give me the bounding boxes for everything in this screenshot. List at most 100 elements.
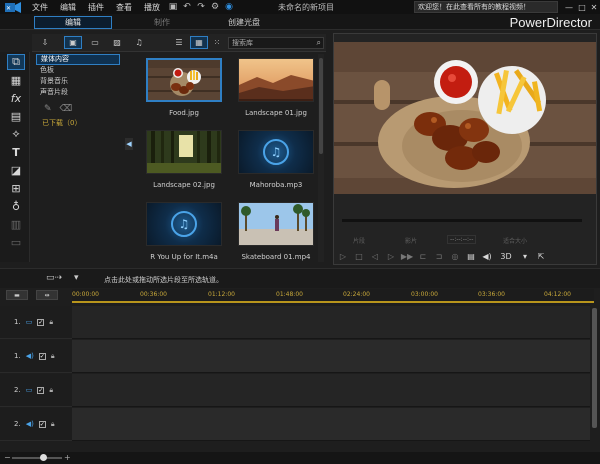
zoom-in-icon[interactable]: + bbox=[64, 453, 71, 462]
track-enable-checkbox[interactable]: ✓ bbox=[37, 318, 45, 326]
ruler-tick: 03:00:00 bbox=[411, 291, 438, 298]
lock-icon[interactable]: 🔒︎ bbox=[49, 386, 53, 395]
subtitle-room-icon[interactable]: ▭ bbox=[7, 234, 25, 250]
library-toolbar: ⇩ ▣ ▭ ▨ ♫ ☰ ▦ ⁙ 搜索库 ⌕ bbox=[32, 34, 326, 52]
update-icon[interactable]: ◉ bbox=[222, 0, 236, 14]
delete-tag-icon[interactable]: ⌫ bbox=[60, 104, 73, 114]
tab-edit[interactable]: 编辑 bbox=[34, 16, 112, 29]
stop-icon[interactable]: □ bbox=[351, 250, 367, 262]
zoom-slider-handle[interactable] bbox=[40, 454, 47, 461]
track-area[interactable] bbox=[72, 340, 590, 373]
track-area[interactable] bbox=[72, 374, 590, 407]
media-item-skateboard-01[interactable]: Skateboard 01.mp4 bbox=[238, 202, 314, 261]
volume-icon[interactable]: ◀) bbox=[479, 250, 495, 262]
lock-icon[interactable]: 🔒︎ bbox=[49, 318, 53, 327]
media-item-food[interactable]: Food.jpg bbox=[146, 58, 222, 117]
track-enable-checkbox[interactable]: ✓ bbox=[37, 386, 45, 394]
tab-create-disc[interactable]: 创建光盘 bbox=[220, 16, 268, 29]
next-frame-icon[interactable]: ▷ bbox=[383, 250, 399, 262]
menu-edit[interactable]: 编辑 bbox=[54, 2, 82, 13]
zoom-out-icon[interactable]: − bbox=[4, 453, 11, 462]
welcome-tutorial-link[interactable]: 欢迎您！在此查看所有的教程视频！ bbox=[414, 1, 558, 13]
close-button[interactable]: ✕ bbox=[588, 0, 600, 14]
add-tag-icon[interactable]: ✎ bbox=[44, 104, 52, 114]
voice-over-microphone-icon[interactable]: ♁ bbox=[7, 198, 25, 214]
audio-filter-icon[interactable]: ♫ bbox=[130, 36, 148, 49]
track-enable-checkbox[interactable]: ✓ bbox=[38, 420, 46, 428]
lock-icon[interactable]: 🔒︎ bbox=[51, 352, 55, 361]
transition-room-icon[interactable]: ◪ bbox=[7, 162, 25, 178]
menu-file[interactable]: 文件 bbox=[26, 2, 54, 13]
import-media-icon[interactable]: ⇩ bbox=[36, 36, 54, 49]
undock-preview-icon[interactable]: ⇱ bbox=[533, 250, 549, 262]
timeline-ruler[interactable]: 00:00:00 00:36:00 01:12:00 01:48:00 02:2… bbox=[72, 289, 594, 303]
minimize-button[interactable]: — bbox=[563, 0, 575, 14]
track-enable-checkbox[interactable]: ✓ bbox=[38, 352, 46, 360]
settings-gear-icon[interactable]: ⚙ bbox=[208, 0, 222, 14]
grid-options-icon[interactable]: ⁙ bbox=[208, 36, 226, 49]
menu-plugins[interactable]: 插件 bbox=[82, 2, 110, 13]
menu-bar: ✕ 文件 编辑 插件 查看 播放 ▣ ↶ ↷ ⚙ ◉ 未命名的新项目 欢迎您！在… bbox=[0, 0, 600, 14]
effect-room-icon[interactable]: fx bbox=[7, 90, 25, 106]
media-filter-all-icon[interactable]: ▣ bbox=[64, 36, 82, 49]
downloaded-count[interactable]: 已下载（0） bbox=[36, 118, 120, 128]
search-input[interactable]: 搜索库 ⌕ bbox=[228, 37, 324, 49]
fit-timeline-icon[interactable]: ⇹ bbox=[36, 290, 58, 300]
lock-icon[interactable]: 🔒︎ bbox=[51, 420, 55, 429]
zoom-slider-track[interactable] bbox=[12, 457, 62, 459]
track-area[interactable] bbox=[72, 408, 590, 441]
thumbnail-view-icon[interactable]: ▦ bbox=[190, 36, 208, 49]
movie-mode-label[interactable]: 影片 bbox=[405, 236, 417, 245]
timeline-view-icon[interactable]: ▬ bbox=[6, 290, 28, 300]
save-icon[interactable]: ▣ bbox=[166, 0, 180, 14]
category-color-boards[interactable]: 色板 bbox=[36, 65, 120, 76]
snapshot-camera-icon[interactable]: ◎ bbox=[447, 250, 463, 262]
subtitle-toggle-icon[interactable]: ▤ bbox=[463, 250, 479, 262]
pip-room-icon[interactable]: ▤ bbox=[7, 108, 25, 124]
media-room-icon[interactable]: ⧉ bbox=[7, 54, 25, 70]
menu-view[interactable]: 查看 bbox=[110, 2, 138, 13]
collapse-panel-arrow-icon[interactable]: ◀ bbox=[125, 138, 133, 150]
preview-scrub-bar[interactable] bbox=[342, 219, 582, 222]
ruler-tick: 01:48:00 bbox=[276, 291, 303, 298]
maximize-button[interactable]: □ bbox=[576, 0, 588, 14]
audio-speaker-icon: ◀) bbox=[25, 352, 34, 360]
fast-forward-icon[interactable]: ▶▶ bbox=[399, 250, 415, 262]
category-sound-clips[interactable]: 声音片段 bbox=[36, 87, 120, 98]
chapter-room-icon[interactable]: ▥ bbox=[7, 216, 25, 232]
image-filter-icon[interactable]: ▨ bbox=[108, 36, 126, 49]
play-icon[interactable]: ▷ bbox=[335, 250, 351, 262]
track-manager-icon[interactable]: ▭⇢ bbox=[46, 273, 62, 283]
zoom-fit-label[interactable]: 适合大小 bbox=[503, 236, 527, 245]
timeline-scrollbar[interactable] bbox=[591, 306, 599, 452]
category-background-music[interactable]: 背景音乐 bbox=[36, 76, 120, 87]
menu-playback[interactable]: 播放 bbox=[138, 2, 166, 13]
timecode-display[interactable]: --:--:--:-- bbox=[447, 235, 477, 244]
video-filter-icon[interactable]: ▭ bbox=[86, 36, 104, 49]
category-media-content[interactable]: 媒体内容 bbox=[36, 54, 120, 65]
clip-mode-label[interactable]: 片段 bbox=[353, 236, 365, 245]
list-view-icon[interactable]: ☰ bbox=[170, 36, 188, 49]
previous-frame-icon[interactable]: ◁ bbox=[367, 250, 383, 262]
3d-dropdown-chevron-icon[interactable]: ▾ bbox=[517, 250, 533, 262]
3d-mode-button[interactable]: 3D bbox=[495, 250, 517, 262]
timeline-dropdown-chevron-icon[interactable]: ▾ bbox=[74, 273, 79, 283]
undo-icon[interactable]: ↶ bbox=[180, 0, 194, 14]
media-item-mahoroba[interactable]: ♫ Mahoroba.mp3 bbox=[238, 130, 314, 189]
redo-icon[interactable]: ↷ bbox=[194, 0, 208, 14]
search-icon[interactable]: ⌕ bbox=[317, 38, 321, 48]
media-item-r-you-up[interactable]: ♫ R You Up for It.m4a bbox=[146, 202, 222, 261]
audio-speaker-icon: ◀) bbox=[25, 420, 34, 428]
audio-mixing-icon[interactable]: ⊞ bbox=[7, 180, 25, 196]
title-text-icon[interactable]: T bbox=[7, 144, 25, 160]
media-item-landscape-01[interactable]: Landscape 01.jpg bbox=[238, 58, 314, 117]
track-area[interactable] bbox=[72, 306, 590, 339]
landscape-01-thumbnail bbox=[238, 58, 314, 102]
particle-room-icon[interactable]: ⟡ bbox=[7, 126, 25, 142]
tab-produce[interactable]: 制作 bbox=[142, 16, 182, 29]
media-item-landscape-02[interactable]: Landscape 02.jpg bbox=[146, 130, 222, 189]
mark-out-icon[interactable]: ⊐ bbox=[431, 250, 447, 262]
library-scrollbar[interactable] bbox=[318, 54, 324, 262]
title-room-icon[interactable]: ▦ bbox=[7, 72, 25, 88]
mark-in-icon[interactable]: ⊏ bbox=[415, 250, 431, 262]
